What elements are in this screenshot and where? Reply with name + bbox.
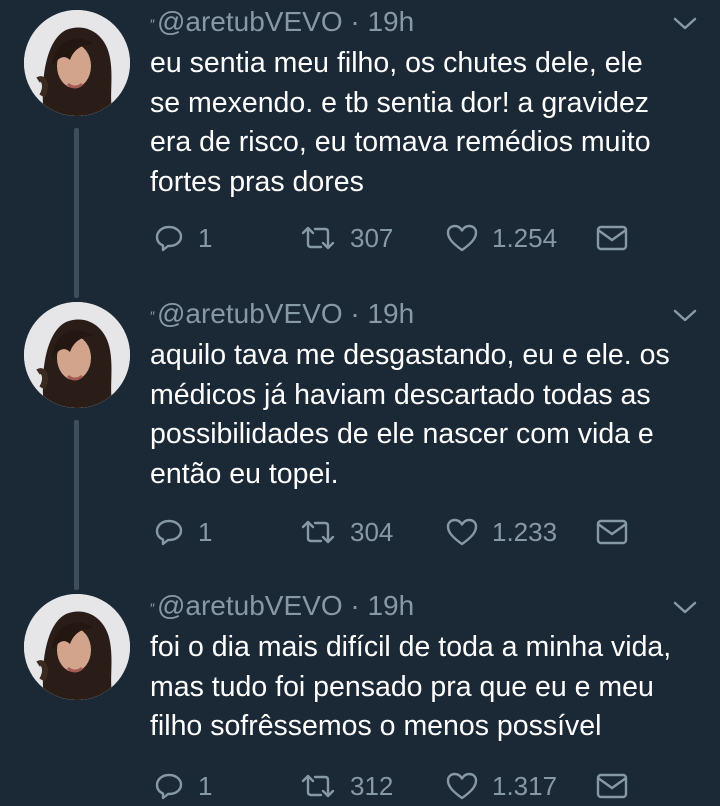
retweet-button[interactable]: 307: [300, 218, 393, 258]
retweet-icon: [301, 520, 335, 544]
reply-count: 1: [198, 770, 213, 801]
avatar[interactable]: [24, 10, 130, 116]
tweet-text-line: mas tudo foi pensado pra que eu e meu: [150, 670, 654, 703]
tweet-text-line: fortes pras dores: [150, 165, 364, 198]
heart-icon: [446, 224, 478, 252]
retweet-count: 307: [350, 222, 394, 253]
reply-icon: [155, 773, 183, 800]
avatar[interactable]: [24, 302, 130, 408]
direct-message-icon: [596, 773, 628, 799]
reply-button[interactable]: 1: [154, 512, 212, 552]
tweet-header: ″@aretubVEVO · 19h: [150, 4, 414, 40]
chevron-down-icon[interactable]: [672, 16, 698, 37]
like-button[interactable]: 1.254: [446, 218, 557, 258]
user-handle[interactable]: @aretubVEVO: [157, 590, 343, 621]
tweet[interactable]: ″@aretubVEVO · 19h eu sentia meu filho, …: [0, 0, 720, 292]
timestamp[interactable]: 19h: [367, 6, 414, 37]
tweet-text-line: era de risco, eu tomava remédios muito: [150, 126, 651, 158]
direct-message-icon: [596, 519, 628, 545]
reply-count: 1: [198, 222, 213, 253]
user-handle[interactable]: @aretubVEVO: [157, 298, 343, 329]
tweet-text-line: se mexendo. e tb sentia dor! a gravidez: [150, 86, 650, 119]
like-button[interactable]: 1.233: [446, 512, 557, 552]
like-count: 1.233: [492, 516, 558, 547]
direct-message-button[interactable]: [596, 512, 628, 552]
retweet-count: 304: [350, 516, 394, 547]
reply-icon: [155, 519, 183, 546]
retweet-icon: [301, 774, 335, 798]
tweet-header: ″@aretubVEVO · 19h: [150, 296, 414, 332]
reply-icon: [155, 225, 183, 252]
retweet-icon: [301, 226, 335, 250]
heart-icon: [446, 518, 478, 546]
tweet-text: aquilo tava me desgastando, eu e ele. os…: [150, 336, 710, 494]
retweet-button[interactable]: 304: [300, 512, 393, 552]
tweet-actions: 1 312 1.317: [150, 766, 690, 806]
tweet-text-line: filho sofrêssemos o menos possível: [150, 710, 602, 742]
tweet-text-line: aquilo tava me desgastando, eu e ele. os: [150, 339, 670, 371]
retweet-count: 312: [350, 770, 394, 801]
tweet-text-line: foi o dia mais difícil de toda a minha v…: [150, 631, 672, 663]
direct-message-button[interactable]: [596, 218, 628, 258]
timestamp[interactable]: 19h: [367, 590, 414, 621]
tweet[interactable]: ″@aretubVEVO · 19h foi o dia mais difíci…: [0, 584, 720, 806]
tweet-text: eu sentia meu filho, os chutes dele, ele…: [150, 44, 710, 202]
timestamp[interactable]: 19h: [367, 298, 414, 329]
heart-icon: [446, 772, 478, 800]
avatar[interactable]: [24, 594, 130, 700]
verified-mark: ″: [150, 600, 155, 616]
tweet-actions: 1 307 1.254: [150, 218, 690, 258]
separator: ·: [342, 298, 368, 329]
reply-button[interactable]: 1: [154, 766, 212, 806]
like-button[interactable]: 1.317: [446, 766, 557, 806]
tweet-header: ″@aretubVEVO · 19h: [150, 588, 414, 624]
tweet-text: foi o dia mais difícil de toda a minha v…: [150, 628, 710, 747]
tweet[interactable]: ″@aretubVEVO · 19h aquilo tava me desgas…: [0, 292, 720, 584]
retweet-button[interactable]: 312: [300, 766, 393, 806]
tweet-text-line: possibilidades de ele nascer com vida e: [150, 418, 654, 450]
like-count: 1.317: [492, 770, 558, 801]
tweet-text-line: então eu topei.: [150, 457, 339, 490]
tweet-actions: 1 304 1.233: [150, 512, 690, 552]
reply-button[interactable]: 1: [154, 218, 212, 258]
like-count: 1.254: [492, 222, 558, 253]
reply-count: 1: [198, 516, 213, 547]
direct-message-icon: [596, 225, 628, 251]
chevron-down-icon[interactable]: [672, 308, 698, 329]
user-handle[interactable]: @aretubVEVO: [157, 6, 343, 37]
verified-mark: ″: [150, 308, 155, 324]
tweet-text-line: médicos já haviam descartado todas as: [150, 378, 651, 411]
chevron-down-icon[interactable]: [672, 600, 698, 621]
tweet-text-line: eu sentia meu filho, os chutes dele, ele: [150, 47, 643, 79]
separator: ·: [342, 6, 368, 37]
verified-mark: ″: [150, 16, 155, 32]
separator: ·: [342, 590, 368, 621]
direct-message-button[interactable]: [596, 766, 628, 806]
